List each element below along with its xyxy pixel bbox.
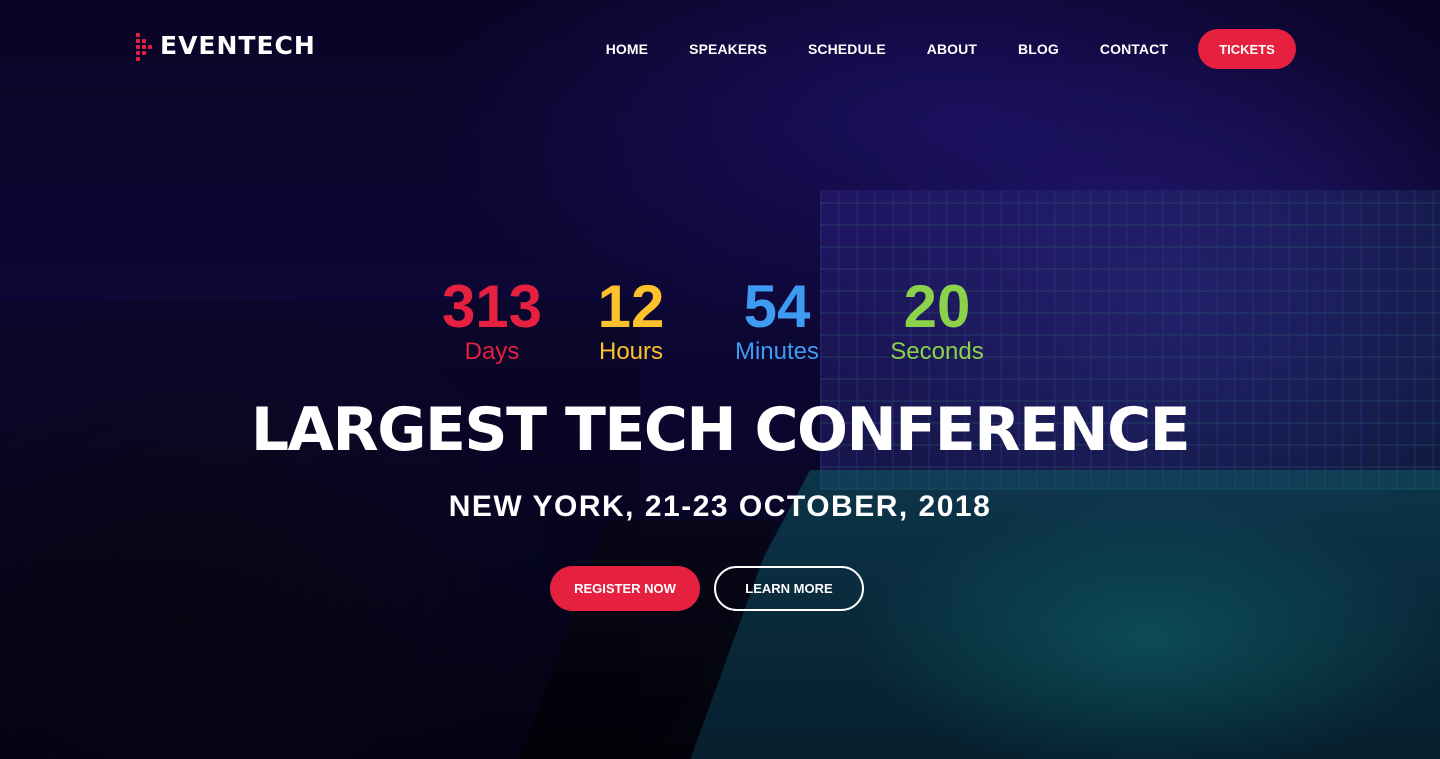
countdown-seconds-label: Seconds bbox=[890, 338, 984, 365]
countdown-seconds-value: 20 bbox=[903, 273, 971, 340]
hero-overlay bbox=[0, 0, 1440, 759]
nav-schedule[interactable]: SCHEDULE bbox=[808, 41, 886, 57]
countdown-minutes-label: Minutes bbox=[734, 338, 820, 365]
countdown-seconds: 20 Seconds bbox=[847, 275, 1027, 367]
nav-home[interactable]: HOME bbox=[606, 41, 648, 57]
tickets-button[interactable]: TICKETS bbox=[1198, 29, 1296, 69]
learn-more-button[interactable]: LEARN MORE bbox=[714, 566, 864, 611]
hero-title: LARGEST TECH CONFERENCE bbox=[250, 395, 1191, 465]
site-header: EVENTECH HOME SPEAKERS SCHEDULE ABOUT BL… bbox=[0, 0, 1440, 96]
hero-subtitle: NEW YORK, 21-23 OCTOBER, 2018 bbox=[448, 490, 992, 523]
logo-mark-icon bbox=[136, 32, 154, 61]
hero-section: EVENTECH HOME SPEAKERS SCHEDULE ABOUT BL… bbox=[0, 0, 1440, 759]
nav-blog[interactable]: BLOG bbox=[1018, 41, 1059, 57]
nav-contact[interactable]: CONTACT bbox=[1100, 41, 1168, 57]
hero-buttons: REGISTER NOW LEARN MORE bbox=[0, 566, 1440, 611]
countdown-timer: 313 Days 12 Hours 54 Minutes 20 Seconds bbox=[0, 275, 1440, 375]
site-logo[interactable]: EVENTECH bbox=[136, 31, 316, 61]
nav-about[interactable]: ABOUT bbox=[927, 41, 977, 57]
register-now-button[interactable]: REGISTER NOW bbox=[550, 566, 700, 611]
main-nav: HOME SPEAKERS SCHEDULE ABOUT BLOG CONTAC… bbox=[606, 29, 1296, 69]
nav-speakers[interactable]: SPEAKERS bbox=[689, 41, 767, 57]
countdown-minutes-value: 54 bbox=[743, 273, 811, 340]
countdown-minutes: 54 Minutes bbox=[687, 275, 867, 367]
logo-text: EVENTECH bbox=[160, 31, 316, 60]
